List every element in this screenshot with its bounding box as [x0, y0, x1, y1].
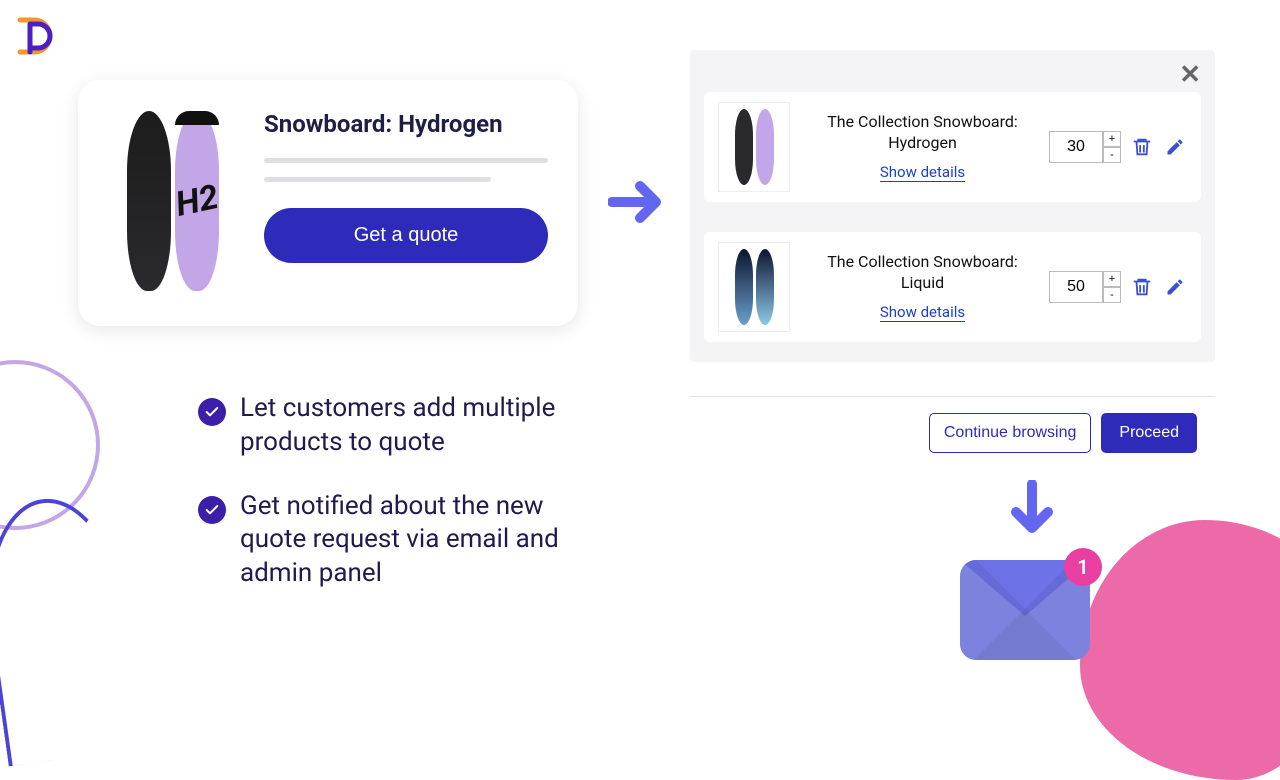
trash-icon: [1131, 136, 1153, 158]
pencil-icon: [1165, 277, 1185, 297]
deco-blob: [1080, 520, 1280, 780]
continue-browsing-button[interactable]: Continue browsing: [929, 413, 1092, 453]
snowboard-back-icon: [175, 111, 219, 291]
check-icon: [198, 398, 226, 426]
app-logo: [12, 12, 60, 60]
quantity-stepper[interactable]: + -: [1049, 131, 1121, 163]
show-details-link[interactable]: Show details: [880, 303, 965, 322]
get-quote-button[interactable]: Get a quote: [264, 208, 548, 263]
quote-actions: Continue browsing Proceed: [690, 396, 1215, 469]
skeleton-line: [264, 158, 548, 163]
quantity-stepper[interactable]: + -: [1049, 271, 1121, 303]
item-name: The Collection Snowboard: Hydrogen: [806, 112, 1039, 154]
product-image: [108, 106, 238, 296]
skeleton-line: [264, 177, 491, 182]
qty-up-button[interactable]: +: [1103, 131, 1121, 147]
qty-down-button[interactable]: -: [1103, 287, 1121, 303]
pencil-icon: [1165, 137, 1185, 157]
close-icon[interactable]: ✕: [1179, 60, 1201, 90]
check-icon: [198, 496, 226, 524]
product-title: Snowboard: Hydrogen: [264, 110, 548, 138]
delete-button[interactable]: [1129, 134, 1155, 160]
edit-button[interactable]: [1163, 135, 1187, 159]
arrow-right-icon: [608, 180, 674, 228]
edit-button[interactable]: [1163, 275, 1187, 299]
quote-popup: ✕ The Collection Snowboard: Hydrogen Sho…: [690, 50, 1215, 362]
deco-curve: [0, 490, 147, 767]
snowboard-front-icon: [127, 111, 171, 291]
item-thumbnail: [718, 102, 790, 192]
proceed-button[interactable]: Proceed: [1101, 413, 1197, 453]
delete-button[interactable]: [1129, 274, 1155, 300]
feature-item: Get notified about the new quote request…: [198, 490, 598, 591]
qty-up-button[interactable]: +: [1103, 271, 1121, 287]
trash-icon: [1131, 276, 1153, 298]
qty-down-button[interactable]: -: [1103, 147, 1121, 163]
item-name: The Collection Snowboard: Liquid: [806, 252, 1039, 294]
item-thumbnail: [718, 242, 790, 332]
quote-item: The Collection Snowboard: Hydrogen Show …: [704, 92, 1201, 202]
quantity-input[interactable]: [1049, 271, 1103, 303]
feature-item: Let customers add multiple products to q…: [198, 392, 598, 460]
arrow-down-icon: [1010, 480, 1054, 550]
feature-text: Let customers add multiple products to q…: [240, 392, 598, 460]
feature-list: Let customers add multiple products to q…: [198, 392, 598, 621]
notification-envelope: 1: [960, 560, 1090, 660]
show-details-link[interactable]: Show details: [880, 163, 965, 182]
notification-badge: 1: [1064, 548, 1102, 586]
feature-text: Get notified about the new quote request…: [240, 490, 598, 591]
quote-item: The Collection Snowboard: Liquid Show de…: [704, 232, 1201, 342]
product-card: Snowboard: Hydrogen Get a quote: [78, 80, 578, 326]
quantity-input[interactable]: [1049, 131, 1103, 163]
